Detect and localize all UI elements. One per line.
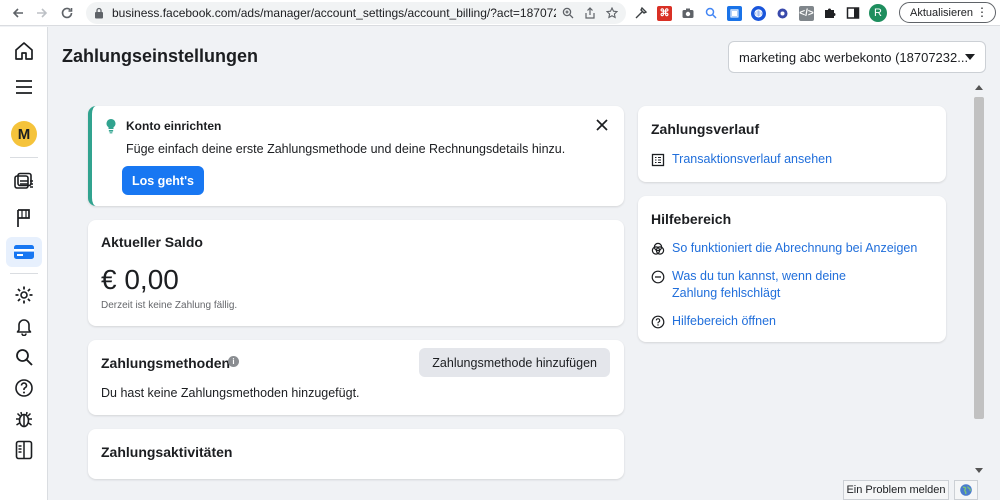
transaction-history-link[interactable]: Transaktionsverlauf ansehen [651,151,832,168]
balance-note: Derzeit ist keine Zahlung fällig. [101,300,238,311]
payment-methods-empty-text: Du hast keine Zahlungsmethoden hinzugefü… [101,386,360,400]
update-button[interactable]: Aktualisieren ⋮ [899,2,996,23]
get-started-button[interactable]: Los geht's [122,166,204,195]
rail-divider [10,157,38,158]
account-avatar-letter: M [11,121,37,147]
power-extension-icon[interactable]: ◍ [751,5,766,21]
ad-account-name: marketing abc werbekonto (18707232... [739,49,969,65]
setup-title: Konto einrichten [126,119,222,133]
payment-methods-title: Zahlungsmethoden [101,355,231,371]
search-icon[interactable] [6,342,42,372]
forward-icon[interactable] [32,3,52,23]
coins-icon [651,242,665,255]
camera-icon[interactable] [681,6,695,20]
receipt-icon [651,153,665,167]
help-center-title: Hilfebereich [651,211,732,227]
more-vertical-icon: ⋮ [976,5,988,19]
page-title: Zahlungseinstellungen [62,46,259,66]
payment-history-title: Zahlungsverlauf [651,121,760,137]
help-link-open-center[interactable]: Hilfebereich öffnen [651,313,776,330]
close-icon[interactable] [594,117,610,133]
update-label: Aktualisieren [910,6,973,19]
billing-card-icon[interactable] [6,237,42,267]
report-problem-button[interactable]: Ein Problem melden [843,480,949,500]
rail-divider [10,273,38,274]
help-center-card: Hilfebereich So funktioniert die Abrechn… [638,196,946,342]
address-bar[interactable]: business.facebook.com/ads/manager/accoun… [86,2,626,24]
payment-activities-title: Zahlungsaktivitäten [101,444,233,460]
chevron-down-icon [965,54,975,60]
share-icon[interactable] [584,7,596,19]
minus-circle-icon [651,270,665,284]
reload-icon[interactable] [57,3,77,23]
menu-icon[interactable] [6,72,42,102]
campaigns-icon[interactable] [6,167,42,197]
question-circle-icon [651,315,665,329]
help-link-payment-failed-text: Was du tun kannst, wenn deine Zahlung fe… [672,269,846,300]
translate-extension-icon[interactable]: ▣ [727,5,742,21]
lock-icon [95,7,103,19]
profile-avatar[interactable]: R [869,4,887,22]
browser-toolbar: business.facebook.com/ads/manager/accoun… [0,0,1000,26]
extensions-row: ⌘ ▣ ◍ </> R [634,3,887,23]
notifications-bell-icon[interactable] [6,311,42,341]
globe-icon[interactable] [954,480,978,500]
setup-description: Füge einfach deine erste Zahlungsmethode… [126,142,566,156]
add-payment-method-button[interactable]: Zahlungsmethode hinzufügen [419,348,610,377]
settings-gear-icon[interactable] [6,280,42,310]
help-question-icon[interactable] [6,373,42,403]
back-icon[interactable] [8,3,28,23]
help-link-billing[interactable]: So funktioniert die Abrechnung bei Anzei… [651,240,917,257]
url-text: business.facebook.com/ads/manager/accoun… [112,6,556,20]
payment-history-card: Zahlungsverlauf Transaktionsverlauf anse… [638,106,946,182]
scroll-up-arrow-icon[interactable] [975,85,983,90]
gear-extension-icon[interactable] [775,6,790,21]
zoom-icon[interactable] [562,7,574,19]
flag-icon[interactable] [6,203,42,233]
info-icon[interactable]: i [228,356,239,367]
help-link-open-center-text: Hilfebereich öffnen [672,314,777,328]
left-nav-rail: M [0,27,48,500]
scroll-thumb[interactable] [974,97,984,419]
page-scrollbar[interactable] [972,85,986,473]
payment-activities-card: Zahlungsaktivitäten [88,429,624,479]
pdf-extension-icon[interactable]: ⌘ [657,5,672,21]
balance-title: Aktueller Saldo [101,234,203,250]
code-extension-icon[interactable]: </> [799,5,814,21]
ad-account-selector[interactable]: marketing abc werbekonto (18707232... [728,41,986,73]
bug-icon[interactable] [6,404,42,434]
current-balance-card: Aktueller Saldo € 0,00 Derzeit ist keine… [88,220,624,326]
sidepanel-icon[interactable] [846,6,860,20]
account-avatar[interactable]: M [6,119,42,149]
bookmark-star-icon[interactable] [606,7,618,19]
eyedropper-icon[interactable] [634,6,648,20]
scroll-down-arrow-icon[interactable] [975,468,983,473]
setup-account-card: Konto einrichten Füge einfach deine erst… [88,106,624,206]
home-icon[interactable] [6,36,42,66]
lightbulb-icon [106,119,116,134]
search-extension-icon[interactable] [704,6,718,20]
puzzle-icon[interactable] [823,6,837,20]
payment-methods-card: Zahlungsmethoden i Zahlungsmethode hinzu… [88,340,624,415]
help-link-payment-failed[interactable]: Was du tun kannst, wenn deine Zahlung fe… [651,268,891,302]
help-link-billing-text: So funktioniert die Abrechnung bei Anzei… [672,241,918,255]
side-panel-icon[interactable] [6,435,42,465]
balance-amount: € 0,00 [101,264,179,295]
transaction-history-link-text: Transaktionsverlauf ansehen [672,152,833,166]
